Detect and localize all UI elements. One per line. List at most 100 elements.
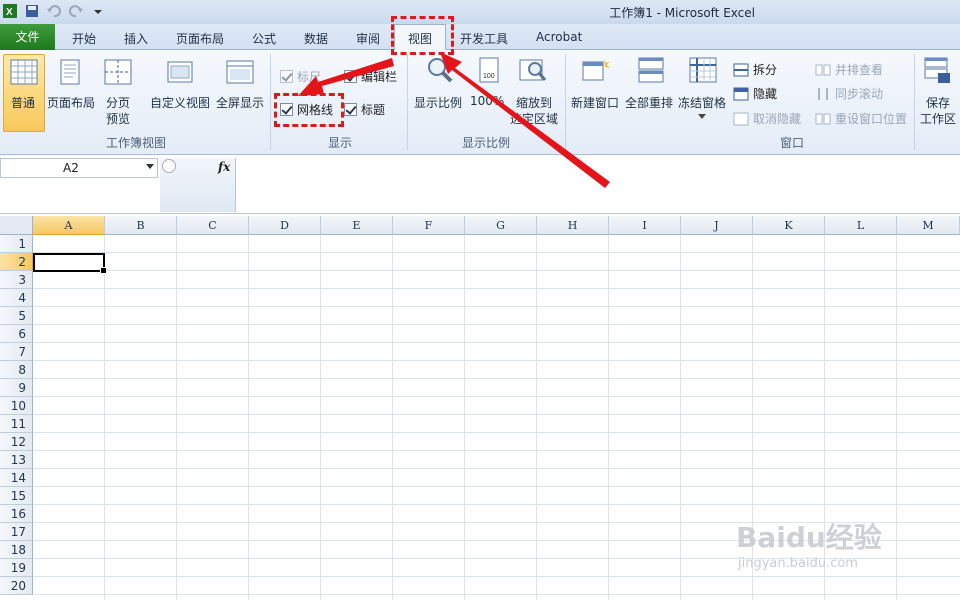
column-gridline — [320, 235, 321, 600]
row-header-10[interactable]: 10 — [0, 397, 33, 415]
row-header-6[interactable]: 6 — [0, 325, 33, 343]
tab-page-layout[interactable]: 页面布局 — [176, 30, 224, 47]
reset-position-button[interactable]: 重设窗口位置 — [815, 110, 907, 127]
column-header-g[interactable]: G — [465, 216, 537, 235]
group-separator — [565, 54, 566, 150]
tab-developer[interactable]: 开发工具 — [460, 30, 508, 47]
row-header-11[interactable]: 11 — [0, 415, 33, 433]
column-header-h[interactable]: H — [537, 216, 609, 235]
row-header-20[interactable]: 20 — [0, 577, 33, 595]
zoom-to-selection-icon[interactable] — [518, 56, 548, 84]
arrange-all-label[interactable]: 全部重排 — [625, 94, 673, 111]
custom-views-icon[interactable] — [165, 58, 195, 86]
row-gridline — [33, 594, 960, 595]
arrange-all-icon[interactable] — [636, 56, 666, 84]
column-header-j[interactable]: J — [681, 216, 753, 235]
formula-expand-icon[interactable] — [162, 159, 176, 173]
zoom-magnifier-icon[interactable] — [424, 56, 454, 84]
row-header-8[interactable]: 8 — [0, 361, 33, 379]
row-header-15[interactable]: 15 — [0, 487, 33, 505]
save-workspace-label-2[interactable]: 工作区 — [920, 110, 956, 127]
freeze-panes-icon[interactable] — [688, 56, 718, 84]
split-button[interactable]: 拆分 — [733, 61, 777, 78]
column-header-k[interactable]: K — [753, 216, 825, 235]
formula-bar-checkbox-row[interactable]: 编辑栏 — [344, 68, 397, 85]
row-header-19[interactable]: 19 — [0, 559, 33, 577]
tab-acrobat[interactable]: Acrobat — [536, 30, 582, 44]
highlight-gridlines-checkbox — [274, 93, 344, 127]
save-workspace-label-1[interactable]: 保存 — [926, 94, 950, 111]
side-by-side-button[interactable]: 并排查看 — [815, 61, 883, 78]
ruler-checkbox[interactable] — [280, 70, 293, 83]
column-header-c[interactable]: C — [177, 216, 249, 235]
insert-function-button[interactable]: fx — [218, 160, 230, 174]
page-break-preview-label-2[interactable]: 预览 — [106, 110, 130, 127]
custom-views-label[interactable]: 自定义视图 — [150, 94, 210, 111]
row-header-16[interactable]: 16 — [0, 505, 33, 523]
name-box-dropdown-icon[interactable] — [146, 164, 154, 169]
zoom-to-selection-label-1[interactable]: 缩放到 — [516, 94, 552, 111]
tab-review[interactable]: 审阅 — [356, 30, 380, 47]
new-window-icon[interactable] — [580, 56, 610, 84]
row-header-2[interactable]: 2 — [0, 253, 33, 271]
tab-file[interactable]: 文件 — [0, 24, 55, 50]
row-header-14[interactable]: 14 — [0, 469, 33, 487]
row-gridline — [33, 270, 960, 271]
hide-button[interactable]: 隐藏 — [733, 85, 777, 102]
column-header-a[interactable]: A — [33, 216, 105, 235]
freeze-panes-label[interactable]: 冻结窗格 — [678, 94, 726, 111]
ruler-checkbox-row[interactable]: 标尺 — [280, 68, 321, 85]
row-header-5[interactable]: 5 — [0, 307, 33, 325]
zoom-to-selection-label-2[interactable]: 选定区域 — [510, 110, 558, 127]
row-header-13[interactable]: 13 — [0, 451, 33, 469]
row-header-9[interactable]: 9 — [0, 379, 33, 397]
tab-home[interactable]: 开始 — [72, 30, 96, 47]
save-workspace-icon[interactable] — [922, 56, 952, 84]
column-gridline — [536, 235, 537, 600]
row-header-18[interactable]: 18 — [0, 541, 33, 559]
headings-checkbox-row[interactable]: 标题 — [344, 101, 385, 118]
headings-checkbox[interactable] — [344, 103, 357, 116]
row-header-7[interactable]: 7 — [0, 343, 33, 361]
zoom-100-label[interactable]: 100% — [470, 94, 504, 108]
sync-scroll-button[interactable]: 同步滚动 — [815, 85, 883, 102]
hide-icon — [733, 87, 749, 100]
tab-data[interactable]: 数据 — [304, 30, 328, 47]
page-layout-view-label[interactable]: 页面布局 — [47, 94, 95, 111]
name-box[interactable]: A2 — [0, 158, 158, 178]
column-header-l[interactable]: L — [825, 216, 897, 235]
unhide-button[interactable]: 取消隐藏 — [733, 110, 801, 127]
freeze-panes-dropdown-icon[interactable] — [698, 114, 706, 120]
column-header-d[interactable]: D — [249, 216, 321, 235]
page-break-preview-label-1[interactable]: 分页 — [106, 94, 130, 111]
formula-bar-label: 编辑栏 — [361, 70, 398, 84]
formula-bar-checkbox[interactable] — [344, 70, 357, 83]
row-gridline — [33, 324, 960, 325]
zoom-100-icon[interactable]: 100 — [474, 56, 504, 84]
column-header-b[interactable]: B — [105, 216, 177, 235]
full-screen-label[interactable]: 全屏显示 — [216, 94, 264, 111]
column-header-f[interactable]: F — [393, 216, 465, 235]
tab-formulas[interactable]: 公式 — [252, 30, 276, 47]
new-window-label[interactable]: 新建窗口 — [571, 94, 619, 111]
page-break-preview-icon[interactable] — [103, 58, 133, 86]
column-header-e[interactable]: E — [321, 216, 393, 235]
row-header-4[interactable]: 4 — [0, 289, 33, 307]
column-header-m[interactable]: M — [897, 216, 960, 235]
row-header-17[interactable]: 17 — [0, 523, 33, 541]
full-screen-icon[interactable] — [225, 58, 255, 86]
select-all-corner[interactable] — [0, 216, 33, 235]
row-header-1[interactable]: 1 — [0, 235, 33, 253]
active-cell[interactable] — [33, 253, 107, 274]
headings-label: 标题 — [361, 103, 386, 117]
row-header-12[interactable]: 12 — [0, 433, 33, 451]
zoom-label[interactable]: 显示比例 — [414, 94, 462, 111]
row-gridline — [33, 378, 960, 379]
column-header-i[interactable]: I — [609, 216, 681, 235]
column-gridline — [104, 235, 105, 600]
tab-insert[interactable]: 插入 — [124, 30, 148, 47]
row-header-3[interactable]: 3 — [0, 271, 33, 289]
reset-position-label: 重设窗口位置 — [835, 112, 908, 126]
page-layout-view-icon[interactable] — [55, 58, 85, 86]
group-separator — [270, 54, 271, 150]
